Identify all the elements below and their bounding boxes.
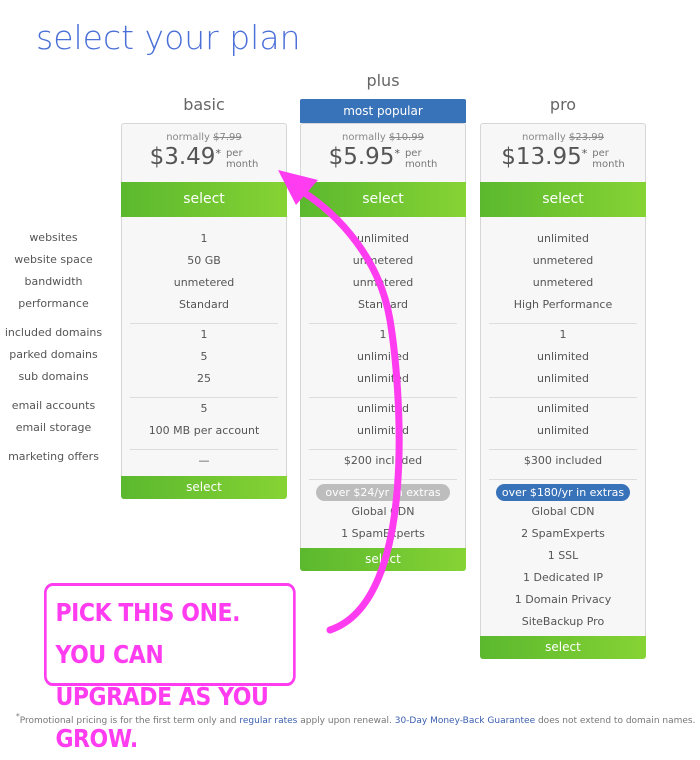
footnote-text: does not extend to domain names. (535, 716, 696, 726)
footnote-text: Promotional pricing is for the first ter… (19, 716, 240, 726)
footnote-text: apply upon renewal. (297, 716, 395, 726)
regular-rates-link[interactable]: regular rates (239, 716, 297, 726)
annotation-line-1: PICK THIS ONE. YOU CAN (55, 598, 241, 669)
footnote: *Promotional pricing is for the first te… (16, 712, 695, 726)
annotation-callout: PICK THIS ONE. YOU CAN UPGRADE AS YOU GR… (44, 583, 296, 753)
money-back-guarantee-link[interactable]: 30-Day Money-Back Guarantee (395, 716, 535, 726)
